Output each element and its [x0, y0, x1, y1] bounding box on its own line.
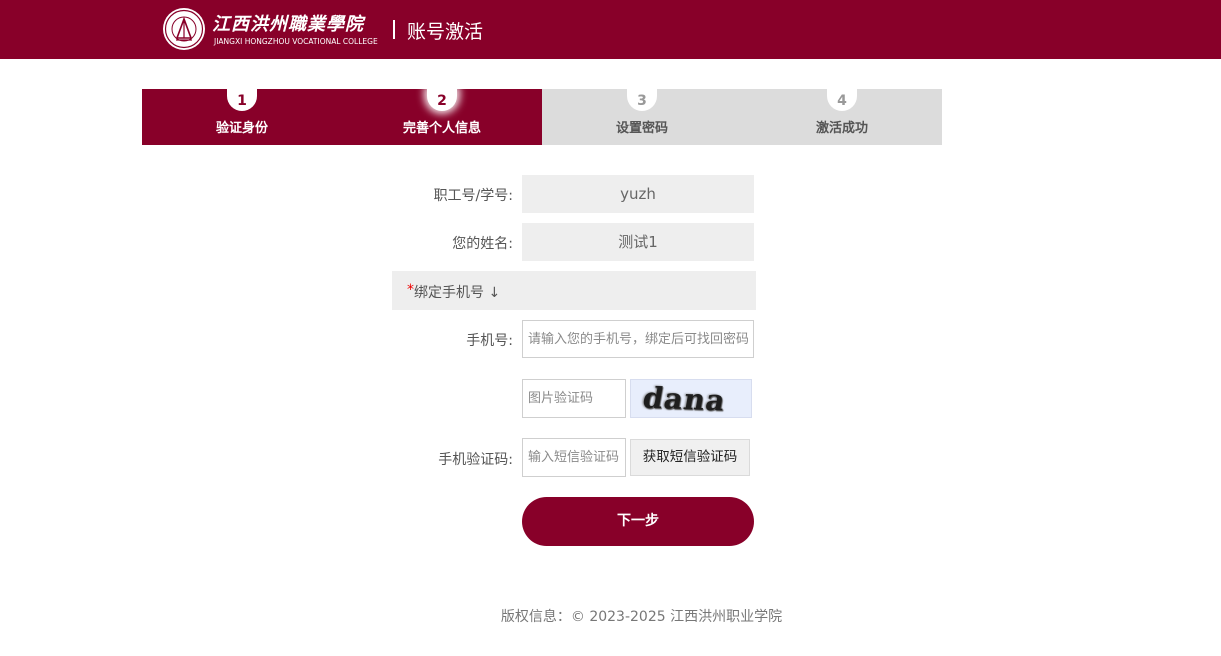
staff-id-field: yuzh [522, 175, 754, 213]
step-label: 完善个人信息 [402, 121, 481, 136]
bind-phone-section: * 绑定手机号 ↓ [392, 271, 756, 310]
sms-code-label: 手机验证码: [438, 452, 513, 468]
step-label: 设置密码 [615, 121, 668, 136]
college-logo[interactable]: 江西洪州職業學院 JIANGXI HONGZHOU VOCATIONAL COL… [162, 6, 378, 54]
captcha-image[interactable]: dana [630, 379, 752, 418]
header-divider [393, 20, 395, 39]
next-step-button[interactable]: 下一步 [522, 497, 754, 546]
step-number: 4 [827, 89, 857, 111]
bind-phone-heading: 绑定手机号 ↓ [414, 285, 501, 301]
step-verify-identity: 1 验证身份 [142, 89, 342, 145]
step-label: 验证身份 [215, 121, 268, 136]
step-set-password: 3 设置密码 [542, 89, 742, 145]
page-title: 账号激活 [407, 21, 484, 43]
captcha-text: dana [640, 380, 729, 418]
phone-input[interactable] [522, 320, 754, 358]
header-bar: 江西洪州職業學院 JIANGXI HONGZHOU VOCATIONAL COL… [0, 0, 1221, 59]
step-label: 激活成功 [815, 121, 868, 136]
staff-id-label: 职工号/学号: [433, 188, 513, 204]
required-marker: * [407, 282, 414, 298]
step-complete-info: 2 完善个人信息 [342, 89, 542, 145]
step-number: 2 [427, 89, 457, 111]
captcha-input[interactable] [522, 379, 626, 418]
name-label: 您的姓名: [452, 236, 513, 252]
phone-label: 手机号: [466, 333, 513, 349]
copyright-footer: 版权信息：© 2023-2025 江西洪州职业学院 [500, 609, 783, 625]
college-seal-icon [163, 8, 205, 50]
logo-english-name: JIANGXI HONGZHOU VOCATIONAL COLLEGE [214, 37, 378, 46]
step-activation-success: 4 激活成功 [742, 89, 942, 145]
step-number: 3 [627, 89, 657, 111]
progress-steps: 1 验证身份 2 完善个人信息 3 设置密码 4 激活成功 [142, 89, 942, 145]
logo-chinese-name: 江西洪州職業學院 [212, 14, 364, 35]
step-number: 1 [227, 89, 257, 111]
get-sms-code-button[interactable]: 获取短信验证码 [630, 439, 750, 476]
sms-code-input[interactable] [522, 438, 626, 477]
name-field: 测试1 [522, 223, 754, 261]
